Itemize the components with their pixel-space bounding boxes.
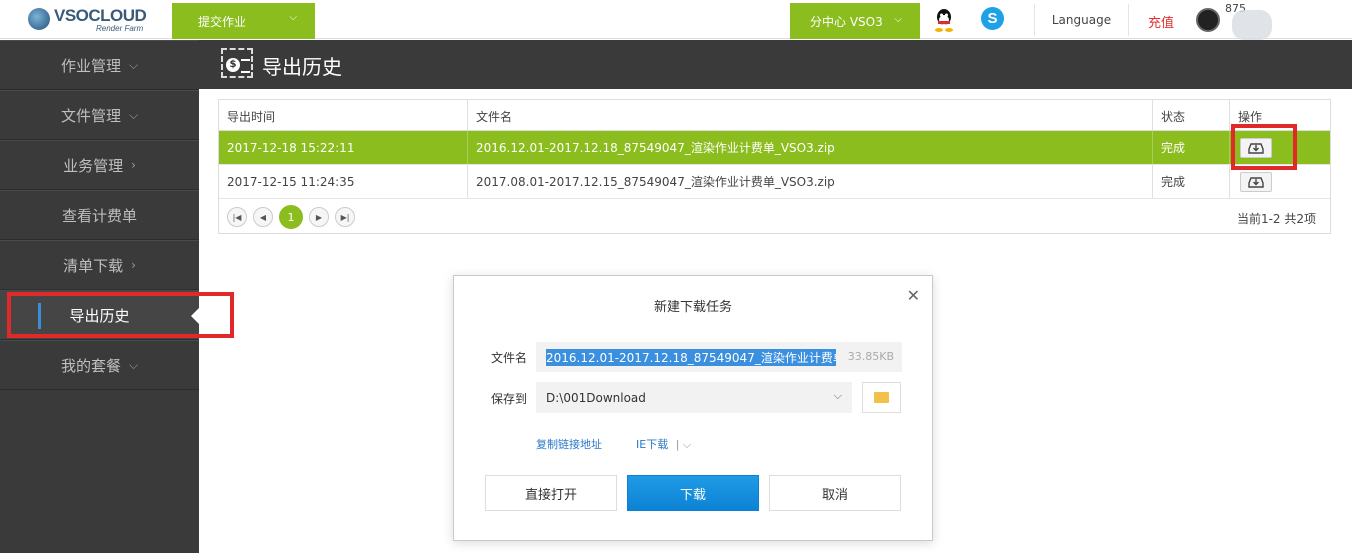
sidebar-item[interactable]: 我的套餐 ⌵ <box>0 340 199 390</box>
logo-subtext: Render Farm <box>96 24 144 33</box>
last-page-button[interactable]: ▶| <box>335 207 355 227</box>
recharge-link[interactable]: 充值 <box>1148 12 1174 31</box>
submit-job-label: 提交作业 <box>198 14 247 29</box>
blurred-user-info <box>1232 10 1272 40</box>
chevron-icon: ⌵ <box>128 57 139 72</box>
first-page-button[interactable]: |◀ <box>227 207 247 227</box>
chevron-down-icon: ⌵ <box>289 12 297 23</box>
download-dialog: 新建下载任务 ✕ 文件名 2016.12.01-2017.12.18_87549… <box>453 275 933 541</box>
pagination: |◀ ◀ 1 ▶ ▶| 当前1-2 共2项 <box>219 200 1330 234</box>
logo-mark-icon <box>28 8 50 30</box>
table-row[interactable]: 2017-12-15 11:24:35 2017.08.01-2017.12.1… <box>219 165 1330 199</box>
column-header-status: 状态 <box>1153 100 1230 130</box>
download-button[interactable] <box>1240 171 1272 192</box>
dialog-title: 新建下载任务 <box>653 300 732 315</box>
vsocloud-logo[interactable]: VSOCLOUD Render Farm <box>28 6 148 34</box>
column-header-filename: 文件名 <box>468 100 1153 130</box>
chevron-down-icon: ⌵ <box>833 389 842 402</box>
browse-folder-button[interactable] <box>862 382 901 413</box>
page-header: 导出历史 <box>199 40 1352 89</box>
sidebar-item-label: 我的套餐 <box>60 356 121 375</box>
avatar[interactable] <box>1196 8 1220 32</box>
chevron-icon: › <box>131 258 136 272</box>
chevron-icon: ⌵ <box>128 357 139 372</box>
save-path-value: D:\001Download <box>546 390 646 405</box>
download-confirm-button[interactable]: 下载 <box>627 475 759 511</box>
close-icon[interactable]: ✕ <box>907 286 920 305</box>
filename-label: 文件名 <box>491 351 528 365</box>
pager-info: 当前1-2 共2项 <box>1236 212 1316 226</box>
highlight-box <box>1231 124 1297 170</box>
cell-filename: 2016.12.01-2017.12.18_87549047_渲染作业计费单_V… <box>468 131 1153 164</box>
cell-filename: 2017.08.01-2017.12.15_87549047_渲染作业计费单_V… <box>468 165 1153 198</box>
sidebar-item[interactable]: 查看计费单 <box>0 190 199 240</box>
chevron-down-icon: ⌵ <box>894 14 902 25</box>
sidebar-item[interactable]: 文件管理 ⌵ <box>0 90 199 140</box>
open-directly-button[interactable]: 直接打开 <box>485 475 617 511</box>
highlight-box <box>7 292 234 338</box>
filename-value: 2016.12.01-2017.12.18_87549047_渲染作业计费单_V <box>546 348 836 366</box>
sidebar-item-label: 作业管理 <box>60 56 121 75</box>
table-header: 导出时间 文件名 状态 操作 <box>219 100 1330 131</box>
ie-download-label: IE下载 <box>636 438 669 451</box>
filename-input[interactable]: 2016.12.01-2017.12.18_87549047_渲染作业计费单_V… <box>536 342 902 372</box>
folder-icon <box>874 392 889 403</box>
submit-job-button[interactable]: 提交作业 ⌵ <box>172 3 315 39</box>
column-header-time: 导出时间 <box>219 100 468 130</box>
table-row[interactable]: 2017-12-18 15:22:11 2016.12.01-2017.12.1… <box>219 131 1330 165</box>
sidebar-item[interactable]: 清单下载 › <box>0 240 199 290</box>
language-selector[interactable]: Language <box>1034 4 1129 36</box>
download-icon <box>1248 176 1264 188</box>
branch-center-label: 分中心 VSO3 <box>810 14 883 29</box>
export-history-table: 导出时间 文件名 状态 操作 2017-12-18 15:22:11 2016.… <box>218 99 1331 234</box>
cell-export-time: 2017-12-15 11:24:35 <box>219 165 468 198</box>
ie-download-dropdown[interactable]: IE下载 | ⌵ <box>636 436 691 452</box>
save-path-select[interactable]: D:\001Download ⌵ <box>536 382 852 413</box>
copy-link-button[interactable]: 复制链接地址 <box>536 436 602 452</box>
logo-text: VSOCLOUD <box>54 6 147 25</box>
page-number-button[interactable]: 1 <box>279 205 303 229</box>
branch-center-dropdown[interactable]: 分中心 VSO3 ⌵ <box>790 3 920 39</box>
sidebar-item-label: 查看计费单 <box>61 206 137 225</box>
file-size: 33.85KB <box>847 350 894 363</box>
sidebar-item-label: 清单下载 <box>63 256 124 275</box>
next-page-button[interactable]: ▶ <box>309 207 329 227</box>
cancel-button[interactable]: 取消 <box>769 475 901 511</box>
sidebar-item-label: 业务管理 <box>63 156 124 175</box>
chevron-down-icon: | ⌵ <box>675 438 692 451</box>
page-title: 导出历史 <box>262 55 342 79</box>
bill-icon <box>221 48 253 78</box>
sidebar-item[interactable]: 业务管理 › <box>0 140 199 190</box>
cell-status: 完成 <box>1153 131 1230 164</box>
prev-page-button[interactable]: ◀ <box>253 207 273 227</box>
skype-icon[interactable]: S <box>981 7 1004 30</box>
cell-export-time: 2017-12-18 15:22:11 <box>219 131 468 164</box>
sidebar-item-label: 文件管理 <box>60 106 121 125</box>
chevron-icon: › <box>131 158 136 172</box>
save-to-label: 保存到 <box>491 392 528 406</box>
cell-status: 完成 <box>1153 165 1230 198</box>
top-bar: VSOCLOUD Render Farm 提交作业 ⌵ 分中心 VSO3 ⌵ S… <box>0 0 1352 40</box>
qq-icon[interactable] <box>934 8 954 32</box>
sidebar-item[interactable]: 作业管理 ⌵ <box>0 40 199 90</box>
chevron-icon: ⌵ <box>128 107 139 122</box>
